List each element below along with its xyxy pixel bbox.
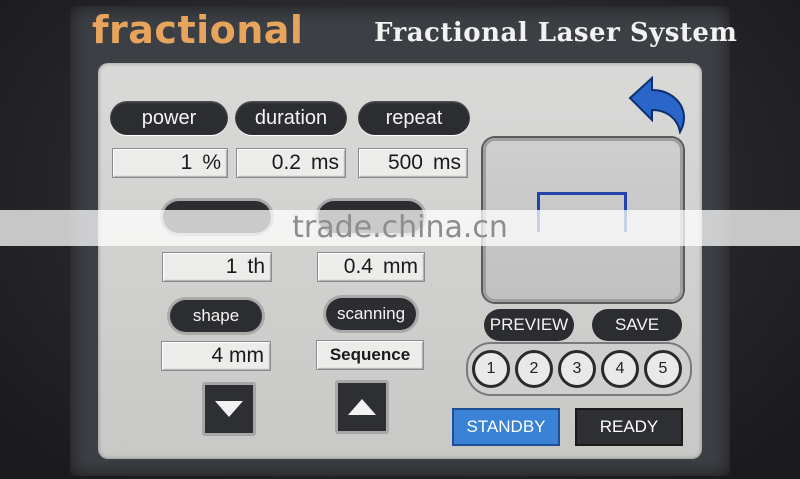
repeat-label[interactable]: repeat bbox=[358, 101, 470, 135]
count-unit: th bbox=[247, 255, 265, 278]
preview-button[interactable]: PREVIEW bbox=[484, 309, 574, 341]
shape-label[interactable]: shape bbox=[170, 300, 262, 332]
slot-4-button[interactable]: 4 bbox=[601, 350, 639, 388]
slot-5-button[interactable]: 5 bbox=[644, 350, 682, 388]
repeat-value: 500 bbox=[387, 151, 423, 174]
count-field[interactable]: 1 th bbox=[162, 252, 272, 282]
duration-field[interactable]: 0.2 ms bbox=[236, 148, 346, 178]
duration-label[interactable]: duration bbox=[235, 101, 347, 135]
scanning-label[interactable]: scanning bbox=[326, 298, 416, 330]
power-label[interactable]: power bbox=[110, 101, 228, 135]
triangle-down-icon bbox=[215, 401, 243, 417]
scanning-field[interactable]: Sequence bbox=[316, 340, 424, 370]
repeat-unit: ms bbox=[433, 151, 461, 174]
save-button[interactable]: SAVE bbox=[592, 309, 682, 341]
triangle-up-icon bbox=[348, 399, 376, 415]
power-value: 1 bbox=[180, 151, 193, 174]
increase-button[interactable] bbox=[335, 380, 389, 434]
standby-button[interactable]: STANDBY bbox=[452, 408, 560, 446]
distance-field[interactable]: 0.4 mm bbox=[317, 252, 425, 282]
duration-unit: ms bbox=[311, 151, 339, 174]
shape-field[interactable]: 4 mm bbox=[161, 341, 271, 371]
distance-value: 0.4 bbox=[343, 255, 373, 278]
watermark: trade.china.cn bbox=[0, 210, 800, 246]
duration-value: 0.2 bbox=[271, 151, 301, 174]
system-title: Fractional Laser System bbox=[374, 18, 738, 48]
memory-slots: 1 2 3 4 5 bbox=[466, 342, 692, 396]
decrease-button[interactable] bbox=[202, 382, 256, 436]
power-unit: % bbox=[202, 151, 221, 174]
power-field[interactable]: 1 % bbox=[112, 148, 228, 178]
back-arrow-icon[interactable] bbox=[626, 72, 690, 134]
count-value: 1 bbox=[225, 255, 238, 278]
slot-1-button[interactable]: 1 bbox=[472, 350, 510, 388]
distance-unit: mm bbox=[383, 255, 418, 278]
repeat-field[interactable]: 500 ms bbox=[358, 148, 468, 178]
brand-logo: fractional bbox=[92, 8, 304, 52]
ready-button[interactable]: READY bbox=[575, 408, 683, 446]
slot-2-button[interactable]: 2 bbox=[515, 350, 553, 388]
slot-3-button[interactable]: 3 bbox=[558, 350, 596, 388]
